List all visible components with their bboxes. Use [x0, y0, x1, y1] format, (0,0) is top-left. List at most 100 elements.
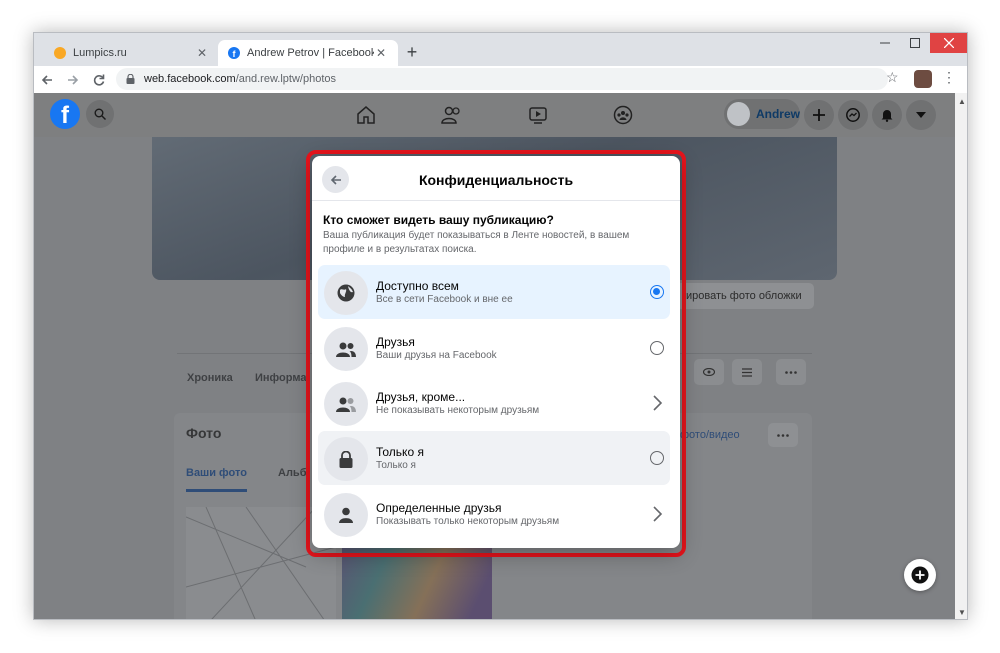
new-message-button[interactable] [904, 559, 936, 591]
messenger-icon [846, 108, 860, 122]
option-friends-except[interactable]: Друзья, кроме... Не показывать некоторым… [318, 376, 670, 430]
friends-nav[interactable] [440, 103, 464, 127]
reload-button[interactable] [86, 67, 112, 93]
friends-except-icon [336, 397, 356, 412]
tab-your-photos[interactable]: Ваши фото [186, 467, 247, 492]
tab-timeline[interactable]: Хроника [187, 372, 233, 384]
option-label: Друзья [376, 335, 415, 349]
bookmark-star-icon[interactable]: ☆ [886, 69, 899, 86]
globe-icon [337, 284, 355, 302]
more-options-button[interactable] [776, 359, 806, 385]
new-tab-button[interactable]: + [402, 42, 422, 62]
back-button[interactable] [34, 67, 60, 93]
url-domain: web.facebook.com [144, 73, 236, 85]
list-icon [742, 367, 752, 377]
more-dots-icon [785, 370, 797, 374]
dialog-question: Кто сможет видеть вашу публикацию? [323, 213, 554, 227]
option-only-me[interactable]: Только я Только я [318, 431, 670, 485]
view-as-button[interactable] [694, 359, 724, 385]
messenger-button[interactable] [838, 100, 868, 130]
tab-title: Lumpics.ru [73, 47, 127, 59]
home-nav[interactable] [354, 103, 378, 127]
arrow-right-icon [68, 74, 79, 85]
activity-log-button[interactable] [732, 359, 762, 385]
option-icon-circle [324, 327, 368, 371]
tab-facebook[interactable]: f Andrew Petrov | Facebook ✕ [218, 40, 398, 66]
account-menu-button[interactable] [906, 100, 936, 130]
tab-strip: Lumpics.ru ✕ f Andrew Petrov | Facebook … [34, 33, 967, 66]
option-label: Доступно всем [376, 279, 459, 293]
option-label: Друзья, кроме... [376, 390, 466, 404]
address-bar[interactable]: web.facebook.com/and.rew.lptw/photos [116, 68, 888, 90]
maximize-icon [910, 38, 920, 48]
groups-icon [613, 105, 633, 125]
dialog-title: Конфиденциальность [418, 172, 574, 188]
photos-title: Фото [186, 425, 222, 441]
plus-icon [813, 109, 825, 121]
minimize-icon [880, 42, 890, 44]
option-label: Определенные друзья [376, 501, 502, 515]
avatar [727, 102, 750, 126]
tab-lumpics[interactable]: Lumpics.ru ✕ [44, 40, 219, 66]
option-icon-circle [324, 493, 368, 537]
option-subtitle: Все в сети Facebook и вне ее [376, 294, 513, 305]
page-scrollbar[interactable]: ▲ ▼ [955, 93, 967, 619]
privacy-dialog: Конфиденциальность Кто сможет видеть ваш… [312, 156, 680, 548]
radio-friends[interactable] [650, 341, 664, 355]
option-subtitle: Ваши друзья на Facebook [376, 350, 497, 361]
extension-icon[interactable] [914, 70, 932, 88]
watch-nav[interactable] [526, 103, 550, 127]
add-photo-link[interactable]: фото/видео [680, 429, 740, 441]
friends-icon [336, 342, 356, 357]
tab-close-icon[interactable]: ✕ [374, 46, 388, 60]
dialog-description: Ваша публикация будет показываться в Лен… [323, 230, 630, 255]
profile-chip[interactable]: Andrew [724, 99, 800, 129]
notifications-button[interactable] [872, 100, 902, 130]
lock-icon [126, 74, 135, 84]
option-friends[interactable]: Друзья Ваши друзья на Facebook [318, 321, 670, 375]
dialog-header: Конфиденциальность [312, 156, 680, 201]
scroll-down-icon[interactable]: ▼ [958, 608, 966, 617]
window-close-button[interactable] [930, 33, 967, 53]
maximize-button[interactable] [900, 33, 930, 53]
chevron-right-icon [653, 395, 663, 411]
url-path: /and.rew.lptw/photos [235, 73, 337, 85]
tab-close-icon[interactable]: ✕ [195, 46, 209, 60]
option-icon-circle [324, 271, 368, 315]
option-subtitle: Только я [376, 460, 416, 471]
create-button[interactable] [804, 100, 834, 130]
radio-public[interactable] [650, 285, 664, 299]
bell-icon [881, 110, 893, 122]
minimize-button[interactable] [870, 33, 900, 53]
search-button[interactable] [86, 100, 114, 128]
tab-albums[interactable]: Альб [278, 467, 307, 479]
caret-down-icon [916, 112, 926, 118]
option-label: Только я [376, 445, 424, 459]
close-icon [944, 38, 954, 48]
option-public[interactable]: Доступно всем Все в сети Facebook и вне … [318, 265, 670, 319]
browser-menu-icon[interactable]: ⋮ [942, 69, 956, 86]
lumpics-favicon-icon [54, 47, 66, 59]
groups-nav[interactable] [611, 103, 635, 127]
radio-only-me[interactable] [650, 451, 664, 465]
browser-toolbar: web.facebook.com/and.rew.lptw/photos ☆ ⋮ [34, 66, 967, 93]
person-icon [339, 507, 353, 523]
option-specific-friends[interactable]: Определенные друзья Показывать только не… [318, 487, 670, 541]
facebook-logo[interactable]: f [50, 99, 80, 129]
option-subtitle: Не показывать некоторым друзьям [376, 405, 540, 416]
arrow-left-icon [41, 74, 52, 85]
scroll-up-icon[interactable]: ▲ [958, 97, 966, 106]
edit-cover-button[interactable]: ировать фото обложки [676, 283, 814, 309]
option-subtitle: Показывать только некоторым друзьям [376, 516, 560, 527]
search-icon [94, 108, 106, 120]
option-icon-circle [324, 382, 368, 426]
tab-title: Andrew Petrov | Facebook [247, 47, 374, 59]
chevron-right-icon [653, 506, 663, 522]
more-dots-icon [777, 433, 789, 437]
photos-more-button[interactable] [768, 423, 798, 447]
eye-icon [703, 368, 715, 376]
friends-icon [441, 106, 460, 124]
profile-name: Andrew [755, 107, 800, 121]
tab-info[interactable]: Информа [255, 372, 306, 384]
forward-button[interactable] [60, 67, 86, 93]
